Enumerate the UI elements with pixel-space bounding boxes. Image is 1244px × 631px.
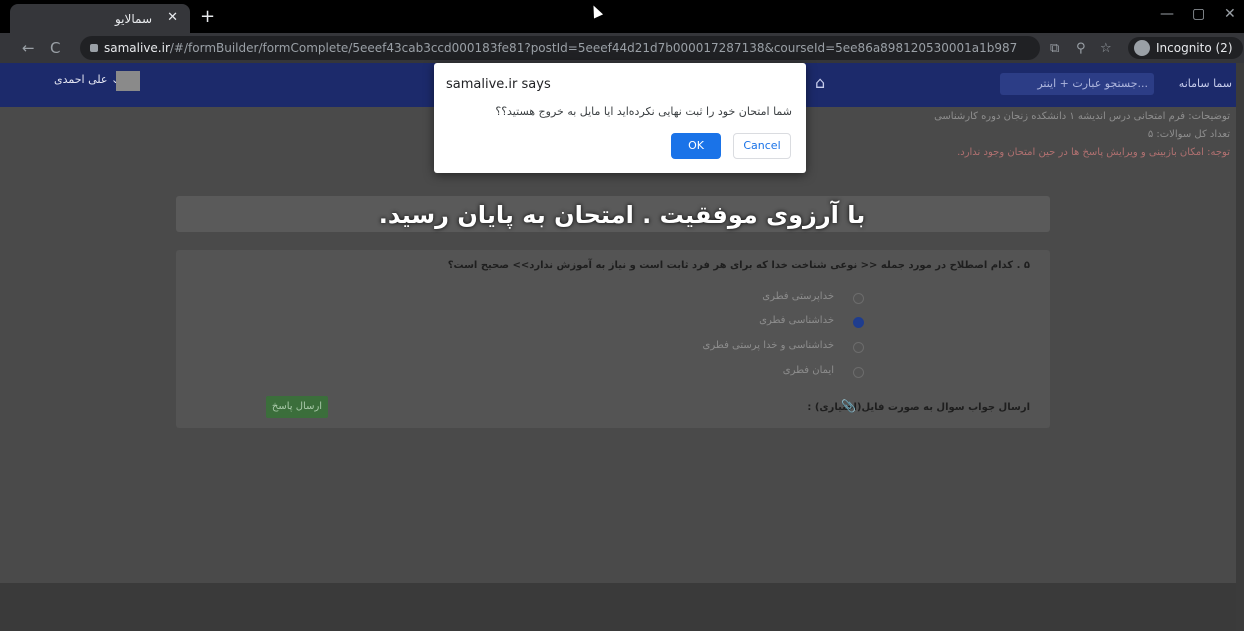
home-icon[interactable]: ⌂ [815, 73, 825, 92]
search-input[interactable]: جستجو عبارت + اینتر... [1000, 73, 1154, 95]
lock-icon [90, 44, 98, 52]
browser-chrome: سمالایو ✕ + — ▢ ✕ ← C samalive.ir/#/form… [0, 0, 1244, 63]
answer-option[interactable]: خداشناسی و خدا پرستی فطری [544, 339, 864, 355]
translate-icon[interactable]: ⧉ [1050, 41, 1059, 56]
url-path: /#/formBuilder/formComplete/5eeef43cab3c… [169, 41, 1018, 55]
new-tab-button[interactable]: + [200, 6, 215, 27]
tab-strip: سمالایو ✕ + — ▢ ✕ [0, 0, 1244, 33]
radio-button-selected[interactable] [853, 317, 864, 328]
question-count: تعداد کل سوالات: ۵ [1147, 129, 1230, 140]
scrollbar[interactable] [1236, 63, 1244, 631]
cancel-button[interactable]: Cancel [733, 133, 791, 159]
dialog-message: شما امتحان خود را ثبت نهایی نکرده‌اید ای… [495, 105, 792, 118]
incognito-label: Incognito (2) [1156, 41, 1233, 55]
browser-tab[interactable]: سمالایو ✕ [10, 4, 190, 33]
window-close-icon[interactable]: ✕ [1224, 6, 1236, 22]
user-menu[interactable]: علی احمدی ⌄ [54, 73, 120, 86]
alert-dialog: samalive.ir says شما امتحان خود را ثبت ن… [434, 63, 806, 173]
answer-option[interactable]: خداشناسی فطری [544, 314, 864, 330]
incognito-indicator[interactable]: Incognito (2) [1128, 37, 1243, 59]
brand-logo[interactable]: سما سامانه [1179, 77, 1232, 90]
tab-title: سمالایو [114, 12, 152, 26]
address-bar[interactable]: samalive.ir/#/formBuilder/formComplete/5… [80, 36, 1040, 60]
avatar[interactable] [116, 71, 140, 91]
reload-icon[interactable]: C [50, 39, 60, 57]
paperclip-icon[interactable]: 📎 [841, 399, 856, 413]
answer-option[interactable]: خداپرستی فطری [544, 290, 864, 306]
tab-close-icon[interactable]: ✕ [167, 10, 178, 25]
exam-description: توضیحات: فرم امتحانی درس اندیشه ۱ دانشکد… [934, 111, 1230, 122]
radio-button[interactable] [853, 342, 864, 353]
radio-button[interactable] [853, 367, 864, 378]
radio-button[interactable] [853, 293, 864, 304]
option-label: ایمان فطری [782, 365, 834, 376]
page-footer-area [0, 583, 1244, 631]
option-label: خداشناسی و خدا پرستی فطری [702, 340, 834, 351]
minimize-icon[interactable]: — [1160, 6, 1174, 22]
url-host: samalive.ir [104, 41, 170, 55]
back-arrow-icon[interactable]: ← [22, 39, 35, 57]
exam-finished-message: با آرزوی موفقیت . امتحان به پایان رسید. [378, 201, 866, 229]
ok-button[interactable]: OK [671, 133, 721, 159]
exam-warning: توجه: امکان بازبینی و ویرایش پاسخ ها در … [957, 147, 1230, 158]
question-card: ۵ . کدام اصطلاح در مورد جمله << نوعی شنا… [176, 250, 1050, 428]
send-answer-button[interactable]: ارسال پاسخ [266, 396, 328, 418]
restore-icon[interactable]: ▢ [1192, 6, 1205, 22]
dialog-title: samalive.ir says [446, 77, 551, 92]
incognito-icon [1134, 40, 1150, 56]
browser-toolbar: ← C samalive.ir/#/formBuilder/formComple… [0, 33, 1244, 63]
option-label: خداشناسی فطری [759, 315, 834, 326]
option-label: خداپرستی فطری [762, 291, 834, 302]
question-text: ۵ . کدام اصطلاح در مورد جمله << نوعی شنا… [447, 260, 1030, 271]
star-icon[interactable]: ☆ [1100, 41, 1112, 56]
answer-option[interactable]: ایمان فطری [544, 364, 864, 380]
zoom-icon[interactable]: ⚲ [1076, 41, 1086, 56]
